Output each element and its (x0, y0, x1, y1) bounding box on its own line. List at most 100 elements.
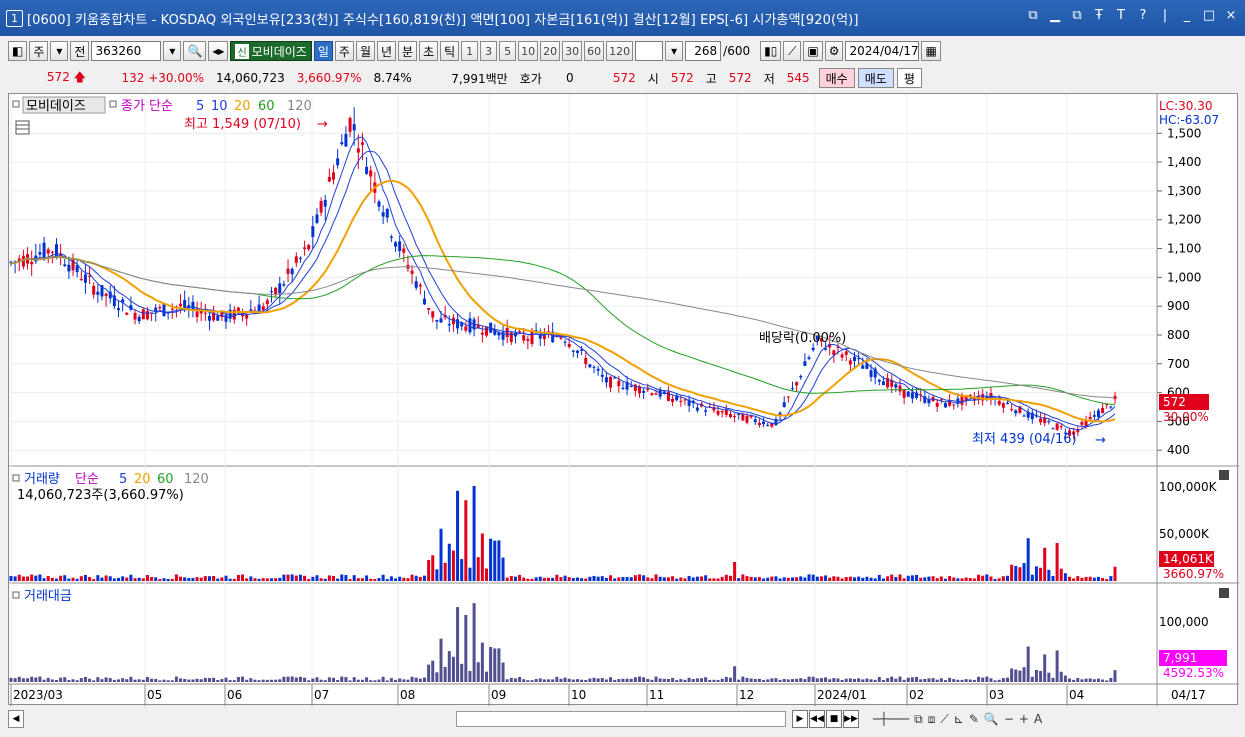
interval-10[interactable]: 10 (518, 41, 539, 61)
zoom-in-icon[interactable]: + (1019, 712, 1029, 727)
volume-bar (245, 578, 249, 581)
amount-bar (1109, 677, 1113, 682)
maximize-window-icon[interactable]: □ (1201, 8, 1217, 23)
rewind-icon[interactable]: ◀◀ (809, 710, 825, 728)
gear-icon[interactable]: ⚙ (824, 41, 844, 61)
text-tool-icon[interactable]: A (1034, 712, 1042, 727)
amount-bar (245, 679, 249, 682)
table-icon[interactable] (15, 120, 30, 135)
period-year[interactable]: 년 (376, 41, 397, 61)
period-week[interactable]: 주 (334, 41, 354, 61)
candle-body (795, 382, 799, 386)
period-second[interactable]: 초 (419, 41, 439, 61)
amount-bar (853, 678, 857, 682)
save-icon[interactable]: ▣ (803, 41, 823, 61)
line-tool-icon[interactable]: ⟋ (783, 41, 802, 61)
volume-panel-close-icon[interactable] (1219, 470, 1229, 480)
stock-name-box[interactable]: 신 모비데이즈 (230, 41, 312, 61)
volume-bar (451, 550, 455, 581)
magnifier-icon[interactable]: 🔍 (984, 712, 999, 727)
help-icon[interactable]: ? (1135, 8, 1151, 23)
candle-body (799, 375, 803, 378)
amount-bar (236, 676, 240, 682)
interval-60[interactable]: 60 (584, 41, 605, 61)
fast-forward-icon[interactable]: ▶▶ (843, 710, 859, 728)
amount-bar (460, 663, 464, 682)
candle-body (435, 320, 439, 322)
chart-svg[interactable]: 1,500 1,400 1,300 1,200 1,100 1,000 900 800 700 6… (9, 94, 1239, 706)
prev-button[interactable]: 전 (70, 41, 90, 61)
window-tool-icon[interactable]: ⧈ (928, 712, 936, 727)
fib-tool-icon[interactable]: ⊾ (954, 712, 964, 727)
amount-bar (890, 676, 894, 682)
volume-bar (757, 577, 761, 581)
amount-bar (332, 677, 336, 682)
volume-bar (584, 578, 588, 581)
code-input[interactable]: 363260 (91, 41, 162, 61)
amount-bar (596, 678, 600, 682)
volume-bar (832, 576, 836, 581)
zoom-slider-icon[interactable]: ─┼─── (873, 712, 909, 727)
minimize-icon[interactable]: ▁ (1047, 8, 1063, 23)
pin-icon[interactable]: Ŧ (1091, 8, 1107, 23)
volume-bar (166, 578, 170, 581)
calendar-icon[interactable]: ▦ (921, 41, 941, 61)
scroll-left-icon[interactable]: ◀ (8, 710, 24, 728)
search-icon[interactable]: 🔍 (183, 41, 207, 61)
amount-bar (121, 678, 125, 682)
layout-icon[interactable]: ◧ (8, 41, 28, 61)
volume-bar (1092, 577, 1096, 581)
interval-3[interactable]: 3 (480, 41, 498, 61)
custom-interval-input[interactable] (635, 41, 664, 61)
candle-body (422, 298, 426, 305)
period-tick[interactable]: 틱 (440, 41, 460, 61)
volume-bar (658, 576, 662, 581)
sound-icon[interactable]: ◂▸ (208, 41, 229, 61)
restore-icon[interactable]: ⧉ (1025, 8, 1041, 23)
period-minute[interactable]: 분 (398, 41, 418, 61)
legend-ma-label: 종가 단순 (121, 99, 173, 114)
scroll-thumb[interactable] (456, 711, 786, 727)
chart-area[interactable]: 1,500 1,400 1,300 1,200 1,100 1,000 900 800 700 6… (8, 93, 1239, 706)
sell-button[interactable]: 매도 (857, 68, 894, 88)
buy-button[interactable]: 매수 (818, 68, 855, 88)
candle-body (369, 170, 373, 177)
close-icon[interactable]: × (1223, 8, 1239, 23)
minimize-window-icon[interactable]: _ (1179, 8, 1195, 23)
interval-20[interactable]: 20 (540, 41, 561, 61)
date-input[interactable]: 2024/04/17 (845, 41, 920, 61)
candle-body (104, 293, 108, 297)
amount-bar (530, 680, 534, 682)
interval-5[interactable]: 5 (499, 41, 517, 61)
stop-icon[interactable]: ■ (826, 710, 842, 728)
interval-120[interactable]: 120 (606, 41, 634, 61)
trend-tool-icon[interactable]: ⟋ (940, 712, 948, 727)
amount-bar (621, 678, 625, 682)
code-dropdown-icon[interactable]: ▾ (163, 41, 182, 61)
play-icon[interactable]: ▶ (792, 710, 808, 728)
interval-30[interactable]: 30 (562, 41, 583, 61)
amount-bar (733, 666, 737, 682)
amount-panel-close-icon[interactable] (1219, 588, 1229, 598)
period-day[interactable]: 일 (313, 41, 333, 61)
amount-bar (344, 677, 348, 682)
font-icon[interactable]: T (1113, 8, 1129, 23)
layout-tool-icon[interactable]: ⧉ (914, 712, 923, 727)
amount-bar (662, 678, 666, 682)
tile-icon[interactable]: ⧉ (1069, 8, 1085, 23)
zoom-out-icon[interactable]: − (1004, 712, 1014, 727)
amount-bar (534, 678, 538, 682)
scroll-track[interactable] (24, 711, 456, 727)
market-select[interactable]: 주 (29, 41, 49, 61)
market-dropdown-icon[interactable]: ▾ (50, 41, 69, 61)
custom-interval-dropdown-icon[interactable]: ▾ (665, 41, 684, 61)
draw-tool-icon[interactable]: ✎ (969, 712, 979, 727)
interval-1[interactable]: 1 (461, 41, 479, 61)
amount-bar (307, 680, 311, 682)
amount-bar (840, 679, 844, 682)
period-month[interactable]: 월 (355, 41, 375, 61)
average-button[interactable]: 평 (896, 68, 922, 88)
amount-bar (538, 678, 542, 682)
count-input[interactable]: 268 (685, 41, 722, 61)
candle-type-icon[interactable]: ▮▯ (760, 41, 782, 61)
